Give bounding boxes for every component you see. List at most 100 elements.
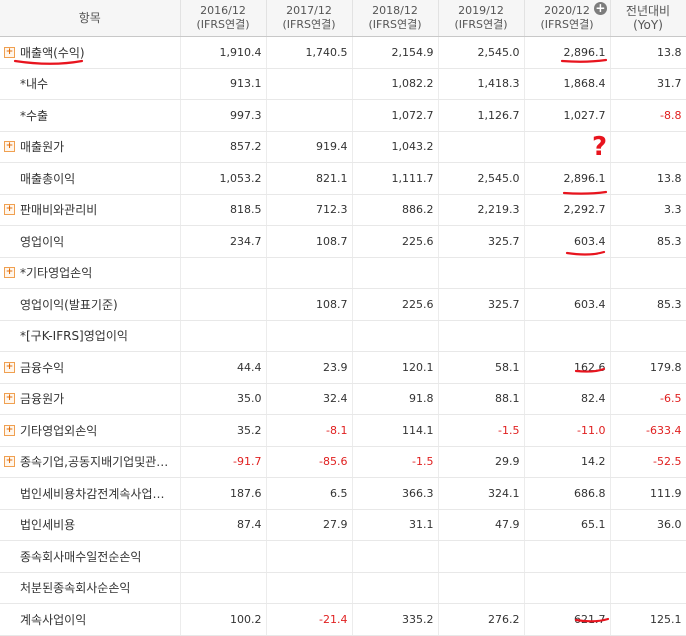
yoy-cell (610, 540, 686, 573)
table-row: 종속회사매수일전순손익 (0, 540, 686, 573)
row-label-cell[interactable]: + 기타영업외손익 (0, 414, 181, 447)
row-label-cell[interactable]: + 매출액(수익) (0, 36, 181, 69)
value-cell (438, 572, 525, 604)
value-cell: 686.8 (524, 477, 611, 510)
row-label: 매출총이익 (20, 171, 76, 186)
row-label-cell[interactable]: + 종속기업,공동지배기업및관… (0, 446, 181, 478)
table-row: 영업이익 234.7 108.7 225.6 325.7 603.4 85.3 (0, 225, 686, 258)
row-label: 종속회사매수일전순손익 (20, 549, 142, 564)
expand-plus-icon[interactable]: + (4, 267, 15, 279)
value-cell (180, 320, 267, 352)
period-year: 2016/12 (200, 4, 246, 17)
expand-plus-icon[interactable]: + (4, 424, 15, 436)
period-basis: (IFRS연결) (454, 18, 508, 31)
row-label: 법인세비용 (20, 518, 76, 533)
yoy-cell (610, 131, 686, 163)
value-cell: 225.6 (352, 288, 439, 321)
value-cell: 997.3 (180, 99, 267, 132)
yoy-cell: 13.8 (610, 36, 686, 69)
table-row: *수출 997.3 1,072.7 1,126.7 1,027.7 -8.8 (0, 99, 686, 132)
value-cell: 47.9 (438, 509, 525, 541)
value-cell (352, 572, 439, 604)
value-cell: 6.5 (266, 477, 353, 510)
value-cell: 114.1 (352, 414, 439, 447)
expand-plus-icon[interactable]: + (4, 393, 15, 405)
value-cell: 324.1 (438, 477, 525, 510)
row-label-cell[interactable]: + *기타영업손익 (0, 257, 181, 289)
row-label: 법인세비용차감전계속사업… (20, 486, 165, 501)
value-cell: -11.0 (524, 414, 611, 447)
value-cell: 162.6 (524, 351, 611, 384)
value-cell: -8.1 (266, 414, 353, 447)
table-row: + 종속기업,공동지배기업및관… -91.7 -85.6 -1.5 29.9 14.2 -52… (0, 446, 686, 478)
table-row: + 매출원가 857.2 919.4 1,043.2 (0, 131, 686, 163)
value-cell: 366.3 (352, 477, 439, 510)
table-row: + 기타영업외손익 35.2 -8.1 114.1 -1.5 -11.0 -633.4 (0, 414, 686, 447)
value-cell: 1,868.4 (524, 68, 611, 100)
row-label-cell: 매출총이익 (0, 162, 181, 195)
row-label: *[구K-IFRS]영업이익 (20, 329, 128, 344)
value-cell: 1,027.7 (524, 99, 611, 132)
period-header-2019: 2019/12 (IFRS연결) (438, 0, 525, 37)
value-cell (266, 572, 353, 604)
header-row: 항목 2016/12 (IFRS연결) 2017/12 (IFRS연결) 2018/… (0, 0, 686, 37)
row-label-cell: *[구K-IFRS]영업이익 (0, 320, 181, 352)
row-label-cell[interactable]: + 금융수익 (0, 351, 181, 384)
expand-plus-icon[interactable]: + (4, 361, 15, 373)
value-cell (438, 540, 525, 573)
expand-plus-icon[interactable]: + (4, 141, 15, 153)
yoy-cell (610, 320, 686, 352)
yoy-cell (610, 257, 686, 289)
value-cell (524, 131, 611, 163)
value-cell: 603.4 (524, 225, 611, 258)
yoy-cell: -52.5 (610, 446, 686, 478)
period-basis: (IFRS연결) (540, 18, 594, 31)
row-label: *내수 (20, 77, 49, 92)
add-column-icon[interactable]: + (593, 2, 607, 15)
row-label-cell: 법인세비용 (0, 509, 181, 541)
value-cell: 88.1 (438, 383, 525, 415)
expand-plus-icon[interactable]: + (4, 456, 15, 468)
value-cell: 23.9 (266, 351, 353, 384)
row-label: 기타영업외손익 (20, 423, 98, 438)
table-row: 처분된종속회사순손익 (0, 572, 686, 604)
period-header-2020: 2020/12 + (IFRS연결) (524, 0, 611, 37)
yoy-cell: 111.9 (610, 477, 686, 510)
row-label-cell[interactable]: + 판매비와관리비 (0, 194, 181, 226)
value-cell: -85.6 (266, 446, 353, 478)
table-row: 매출총이익 1,053.2 821.1 1,111.7 2,545.0 2,896.1 13… (0, 162, 686, 195)
period-header-2016: 2016/12 (IFRS연결) (180, 0, 267, 37)
value-cell (352, 540, 439, 573)
row-label: 영업이익 (20, 234, 65, 249)
period-basis: (IFRS연결) (282, 18, 336, 31)
value-cell: 225.6 (352, 225, 439, 258)
yoy-cell: -633.4 (610, 414, 686, 447)
value-cell: 1,043.2 (352, 131, 439, 163)
value-cell (438, 257, 525, 289)
row-label-cell[interactable]: + 금융원가 (0, 383, 181, 415)
value-cell: 32.4 (266, 383, 353, 415)
value-cell (266, 68, 353, 100)
period-basis: (IFRS연결) (196, 18, 250, 31)
value-cell: 35.0 (180, 383, 267, 415)
value-cell: 886.2 (352, 194, 439, 226)
value-cell: 100.2 (180, 603, 267, 636)
value-cell: 29.9 (438, 446, 525, 478)
value-cell (524, 320, 611, 352)
value-cell: 335.2 (352, 603, 439, 636)
value-cell (180, 540, 267, 573)
value-cell: 27.9 (266, 509, 353, 541)
table-row: + 매출액(수익) 1,910.4 1,740.5 2,154.9 2,545.0 2,89… (0, 36, 686, 69)
row-label-cell: 영업이익(발표기준) (0, 288, 181, 321)
expand-plus-icon[interactable]: + (4, 46, 15, 58)
row-label-cell[interactable]: + 매출원가 (0, 131, 181, 163)
table-row: + 금융수익 44.4 23.9 120.1 58.1 162.6 179.8 (0, 351, 686, 384)
yoy-cell: 85.3 (610, 288, 686, 321)
value-cell: 82.4 (524, 383, 611, 415)
expand-plus-icon[interactable]: + (4, 204, 15, 216)
value-cell: 2,545.0 (438, 162, 525, 195)
value-cell: 2,219.3 (438, 194, 525, 226)
value-cell: 1,126.7 (438, 99, 525, 132)
yoy-sublabel: (YoY) (633, 18, 663, 32)
table-row: + 판매비와관리비 818.5 712.3 886.2 2,219.3 2,292.7 3.3 (0, 194, 686, 226)
